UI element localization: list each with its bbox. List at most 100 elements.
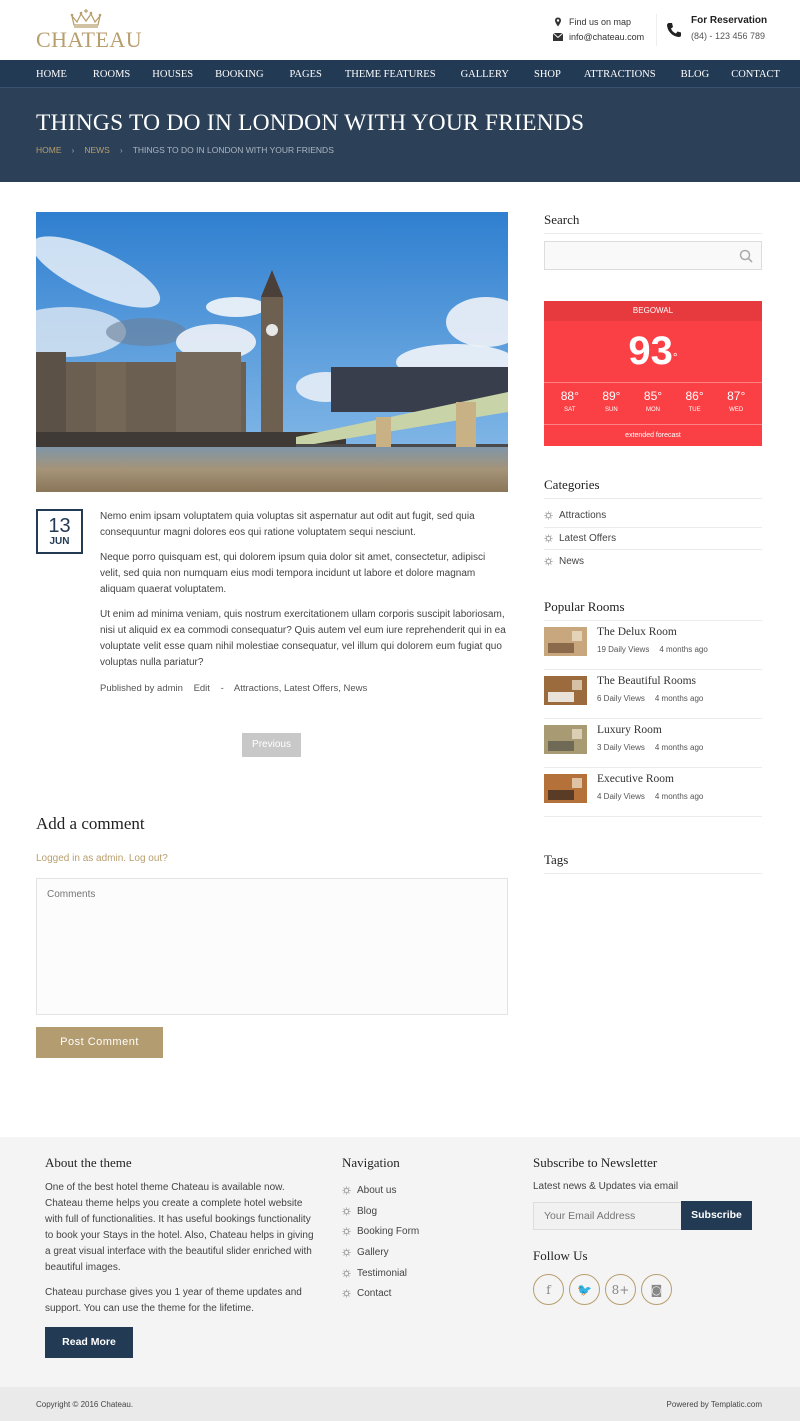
extended-forecast-link[interactable]: extended forecast xyxy=(544,432,762,439)
instagram-icon[interactable]: ◙ xyxy=(641,1274,672,1305)
read-more-button[interactable]: Read More xyxy=(45,1327,133,1358)
post-author[interactable]: Published by admin xyxy=(100,683,183,694)
google-plus-icon[interactable]: 8+ xyxy=(605,1274,636,1305)
nav-item-theme-features[interactable]: THEME FEATURES xyxy=(345,69,436,80)
nav-item-booking[interactable]: BOOKING xyxy=(215,69,263,80)
room-name[interactable]: The Delux Room xyxy=(597,626,677,638)
nav-item-pages[interactable]: PAGES xyxy=(290,69,322,80)
search-input[interactable] xyxy=(544,241,762,270)
popular-room-item[interactable]: The Beautiful Rooms 6 Daily Views 4 months… xyxy=(544,670,762,719)
divider xyxy=(544,424,762,425)
breadcrumb-home[interactable]: HOME xyxy=(36,145,62,155)
room-views: 4 Daily Views xyxy=(597,792,645,801)
breadcrumb-news[interactable]: NEWS xyxy=(84,145,110,155)
logged-in-status[interactable]: Logged in as admin. Log out? xyxy=(36,853,168,864)
breadcrumb-current: THINGS TO DO IN LONDON WITH YOUR FRIENDS xyxy=(132,145,334,155)
forecast-temp: 85° xyxy=(643,389,663,403)
subscribe-button[interactable]: Subscribe xyxy=(681,1201,752,1230)
divider xyxy=(544,382,762,383)
comment-textarea[interactable] xyxy=(36,878,508,1015)
room-stats: 4 Daily Views 4 months ago xyxy=(597,792,713,801)
previous-post-button[interactable]: Previous xyxy=(242,733,301,757)
post-featured-image xyxy=(36,212,508,492)
category-item[interactable]: Latest Offers xyxy=(544,528,762,550)
forecast-day: 85° MON xyxy=(632,389,674,415)
gear-icon xyxy=(544,557,553,566)
room-name[interactable]: Luxury Room xyxy=(597,724,662,736)
popular-room-item[interactable]: Executive Room 4 Daily Views 4 months ago xyxy=(544,768,762,817)
footer-nav-item[interactable]: Blog xyxy=(342,1201,419,1222)
search-icon[interactable] xyxy=(739,249,753,263)
room-thumbnail[interactable] xyxy=(544,676,587,705)
footer-nav-item[interactable]: About us xyxy=(342,1180,419,1201)
nav-item-blog[interactable]: BLOG xyxy=(681,69,710,80)
gear-icon xyxy=(342,1206,351,1216)
gear-icon xyxy=(544,511,553,520)
london-skyline-image xyxy=(36,212,508,492)
about-paragraph: Chateau purchase gives you 1 year of the… xyxy=(45,1287,302,1314)
newsletter-email-input[interactable] xyxy=(533,1202,682,1230)
comment-title: Add a comment xyxy=(36,814,145,833)
room-name[interactable]: Executive Room xyxy=(597,773,674,785)
footer-nav-item[interactable]: Booking Form xyxy=(342,1221,419,1242)
forecast-day: 89° SUN xyxy=(591,389,633,415)
phone-number[interactable]: (84) - 123 456 789 xyxy=(691,31,765,41)
footer-nav-item[interactable]: Gallery xyxy=(342,1242,419,1263)
map-link[interactable]: Find us on map xyxy=(553,14,644,29)
footer-nav-item[interactable]: Testimonial xyxy=(342,1263,419,1284)
post-categories[interactable]: Attractions, Latest Offers, News xyxy=(234,683,367,694)
room-thumbnail[interactable] xyxy=(544,774,587,803)
newsletter-title: Subscribe to Newsletter xyxy=(533,1155,658,1170)
nav-item-gallery[interactable]: GALLERY xyxy=(461,69,509,80)
twitter-icon[interactable]: 🐦 xyxy=(569,1274,600,1305)
post-date-badge: 13 JUN xyxy=(36,509,83,554)
facebook-icon[interactable]: f xyxy=(533,1274,564,1305)
category-label: Attractions xyxy=(559,510,607,522)
about-text: One of the best hotel theme Chateau is a… xyxy=(45,1180,315,1326)
nav-item-shop[interactable]: SHOP xyxy=(534,69,561,80)
room-name[interactable]: The Beautiful Rooms xyxy=(597,675,696,687)
breadcrumb: HOME › NEWS › THINGS TO DO IN LONDON WIT… xyxy=(36,145,334,155)
divider xyxy=(544,873,762,874)
footer-nav-label: Contact xyxy=(357,1288,392,1300)
room-thumbnail[interactable] xyxy=(544,725,587,754)
envelope-icon xyxy=(553,32,563,41)
forecast-day-name: MON xyxy=(645,407,660,413)
forecast-day-name: TUE xyxy=(688,407,701,413)
gear-icon xyxy=(342,1186,351,1195)
tags-title: Tags xyxy=(544,852,569,867)
post-comment-button[interactable]: Post Comment xyxy=(36,1027,163,1058)
room-age: 4 months ago xyxy=(654,694,704,703)
gear-icon xyxy=(544,534,553,543)
nav-item-attractions[interactable]: ATTRACTIONS xyxy=(584,69,656,80)
nav-item-houses[interactable]: HOUSES xyxy=(152,69,193,80)
email-link[interactable]: info@chateau.com xyxy=(553,29,644,44)
category-item[interactable]: News xyxy=(544,550,762,573)
nav-item-contact[interactable]: CONTACT xyxy=(731,69,780,80)
divider xyxy=(544,498,762,499)
social-links: f 🐦 8+ ◙ xyxy=(533,1274,677,1305)
category-label: Latest Offers xyxy=(559,532,617,544)
copyright-bar: Copyright © 2016 Chateau. Powered by Tem… xyxy=(0,1387,800,1421)
powered-by-link[interactable]: Powered by Templatic.com xyxy=(667,1400,762,1409)
footer-nav-item[interactable]: Contact xyxy=(342,1283,419,1304)
crown-icon xyxy=(70,9,102,28)
site-logo[interactable]: CHATEAU xyxy=(36,8,142,52)
category-item[interactable]: Attractions xyxy=(544,505,762,528)
edit-link[interactable]: Edit xyxy=(194,683,210,694)
email-text: info@chateau.com xyxy=(569,31,645,42)
post-month: JUN xyxy=(49,536,70,547)
room-stats: 3 Daily Views 4 months ago xyxy=(597,743,713,752)
map-marker-icon xyxy=(555,17,561,26)
page-header: THINGS TO DO IN LONDON WITH YOUR FRIENDS… xyxy=(0,88,800,182)
footer-nav-label: Blog xyxy=(357,1205,378,1217)
post-meta: Published by admin Edit - Attractions, L… xyxy=(100,683,367,694)
popular-room-item[interactable]: Luxury Room 3 Daily Views 4 months ago xyxy=(544,719,762,768)
nav-item-rooms[interactable]: ROOMS xyxy=(93,69,130,80)
about-paragraph: One of the best hotel theme Chateau is a… xyxy=(45,1182,314,1273)
room-thumbnail[interactable] xyxy=(544,627,587,656)
divider xyxy=(656,14,657,46)
weather-city: BEGOWAL xyxy=(544,301,762,321)
popular-room-item[interactable]: The Delux Room 19 Daily Views 4 months ago xyxy=(544,621,762,670)
nav-item-home[interactable]: HOME xyxy=(36,69,67,80)
